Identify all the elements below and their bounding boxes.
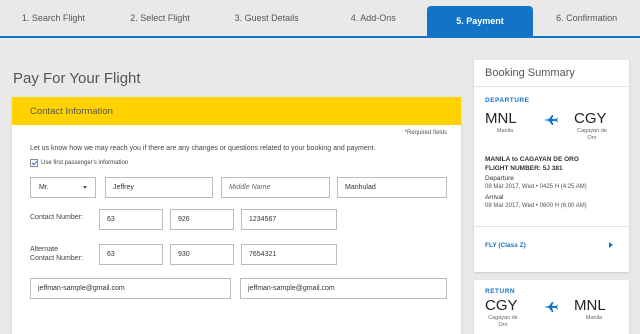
departure-origin-city: Manila [496,128,514,134]
first-name-input[interactable]: Jeffrey [105,177,213,198]
booking-summary-title: Booking Summary [474,60,629,87]
return-origin-city: Cagayan de Oro [483,315,523,329]
step-select-flight[interactable]: 2. Select Flight [107,0,214,36]
return-destination-city: Manila [585,315,603,321]
fare-class-link[interactable]: FLY (Class Z) [485,242,526,249]
contact-information-header: Contact Information [12,97,461,125]
alternate-number-label: Alternate Contact Number: [30,245,83,263]
arrival-time-value: 08 Mar 2017, Wed • 0600 H (6:00 AM) [485,203,587,209]
arrival-time-label: Arrival [485,194,504,201]
contact-area-code-input[interactable]: 926 [170,209,234,230]
required-fields-note: *Required fields [404,130,447,136]
summary-divider [474,226,629,227]
return-destination-code: MNL [574,297,606,314]
chevron-down-icon [83,186,87,189]
confirm-email-input[interactable]: jeffman-sample@gmail.com [240,278,447,299]
booking-summary-panel: Booking Summary DEPARTURE MNL Manila CGY… [474,60,629,272]
title-select[interactable]: Mr. [30,177,96,198]
middle-name-input[interactable]: Middle Name [221,177,330,198]
use-passenger-info-label: Use first passenger's information [41,160,129,166]
alternate-number-input[interactable]: 7654321 [241,244,337,265]
use-passenger-info-row[interactable]: Use first passenger's information [30,159,128,167]
contact-information-card: Contact Information *Required fields Let… [12,97,461,334]
alternate-area-code-input[interactable]: 930 [170,244,234,265]
alternate-country-code-input[interactable]: 63 [99,244,163,265]
departure-label: DEPARTURE [485,97,530,104]
departure-destination-city: Cagayan de Oro [571,128,613,142]
departure-origin-code: MNL [485,110,517,127]
step-payment[interactable]: 5. Payment [426,6,534,36]
step-confirmation: 6. Confirmation [556,12,618,23]
use-passenger-info-checkbox[interactable] [30,159,38,167]
step-guest-details[interactable]: 3. Guest Details [213,0,320,36]
title-select-value: Mr. [39,184,49,191]
last-name-input[interactable]: Manhulad [337,177,447,198]
departure-flight-number: FLIGHT NUMBER: 5J 381 [485,165,563,172]
return-label: RETURN [485,288,516,295]
step-search-flight[interactable]: 1. Search Flight [0,0,107,36]
return-summary-panel: RETURN CGY Cagayan de Oro MNL Manila [474,280,629,334]
contact-number-label: Contact Number: [30,214,83,221]
progress-steps: 1. Search Flight 2. Select Flight 3. Gue… [0,0,640,37]
email-input[interactable]: jeffman-sample@gmail.com [30,278,231,299]
contact-info-text: Let us know how we may reach you if ther… [30,145,376,152]
departure-time-label: Departure [485,175,514,182]
step-bar-underline [0,36,640,38]
return-origin-city-line-2: Oro [498,322,508,328]
return-origin-code: CGY [485,297,518,314]
alternate-label-line-2: Contact Number: [30,255,83,262]
chevron-right-icon[interactable] [609,242,613,248]
plane-icon [544,302,558,312]
departure-time-value: 08 Mar 2017, Wed • 0425 H (4:25 AM) [485,184,587,190]
contact-number-input[interactable]: 1234567 [241,209,337,230]
departure-destination-city-line-2: Oro [587,135,597,141]
return-origin-city-line-1: Cagayan de [488,315,518,321]
plane-icon [544,115,558,125]
departure-route: MANILA to CAGAYAN DE ORO [485,156,579,163]
alternate-label-line-1: Alternate [30,246,59,253]
departure-destination-code: CGY [574,110,607,127]
step-add-ons[interactable]: 4. Add-Ons [320,0,427,36]
departure-destination-city-line-1: Cagayan de [577,128,607,134]
page-title: Pay For Your Flight [13,70,141,87]
contact-country-code-input[interactable]: 63 [99,209,163,230]
